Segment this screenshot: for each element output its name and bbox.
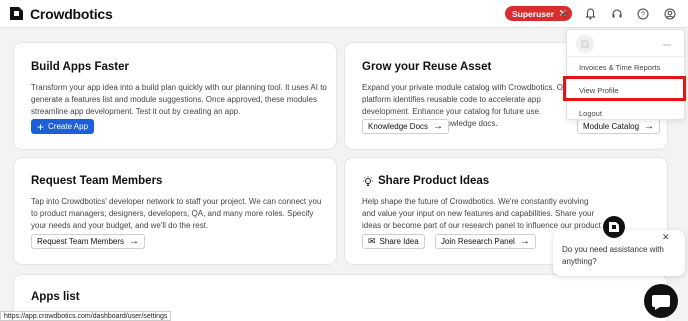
- plus-icon: +: [37, 119, 45, 134]
- create-app-button[interactable]: + Create App: [31, 119, 95, 134]
- crowdbotics-logo-icon: [609, 222, 619, 232]
- card-title: Grow your Reuse Asset: [362, 61, 492, 73]
- module-catalog-button[interactable]: Module Catalog →: [577, 119, 661, 134]
- knowledge-docs-button[interactable]: Knowledge Docs →: [362, 119, 450, 134]
- mail-icon: ✉: [368, 236, 376, 246]
- brand-name: Crowdbotics: [30, 5, 113, 22]
- build-apps-card: Build Apps Faster Transform your app ide…: [14, 43, 336, 149]
- avatar: [576, 35, 594, 53]
- card-title: Share Product Ideas: [378, 175, 490, 187]
- lightbulb-icon: [362, 175, 374, 187]
- crowdbotics-logo-icon: [8, 5, 25, 22]
- join-research-panel-button[interactable]: Join Research Panel →: [435, 234, 536, 249]
- top-navbar: Crowdbotics Superuser ✕ + ?: [0, 0, 688, 28]
- card-description: Tap into Crowdbotics' developer network …: [31, 197, 322, 230]
- request-team-members-button[interactable]: Request Team Members →: [31, 234, 145, 249]
- menu-item-invoices[interactable]: Invoices & Time Reports: [579, 63, 660, 72]
- divider: [567, 56, 684, 57]
- bell-icon[interactable]: [582, 6, 598, 22]
- arrow-right-icon: →: [519, 236, 530, 247]
- card-title: Apps list: [31, 291, 80, 303]
- create-app-label: Create App: [48, 122, 89, 131]
- arrow-right-icon: →: [129, 236, 139, 247]
- knowledge-docs-label: Knowledge Docs: [368, 122, 429, 131]
- link-status-bar: https://app.crowdbotics.com/dashboard/us…: [0, 311, 172, 321]
- divider: [567, 101, 684, 102]
- chat-launcher-button[interactable]: [644, 284, 678, 318]
- brand-logo[interactable]: Crowdbotics: [8, 5, 113, 22]
- chat-bubble-icon: [652, 295, 670, 310]
- user-profile-icon[interactable]: [662, 6, 678, 22]
- card-title: Request Team Members: [31, 175, 163, 187]
- request-team-label: Request Team Members: [37, 237, 124, 246]
- card-title: Build Apps Faster: [31, 61, 129, 73]
- chat-message: Do you need assistance with anything?: [562, 245, 664, 266]
- user-name-placeholder: [663, 44, 671, 46]
- join-research-label: Join Research Panel: [441, 237, 515, 246]
- highlight-box: [563, 76, 686, 101]
- request-team-card: Request Team Members Tap into Crowdbotic…: [14, 158, 336, 264]
- arrow-right-icon: →: [644, 121, 655, 132]
- card-description: Transform your app idea into a build pla…: [31, 83, 327, 116]
- chat-avatar: [603, 216, 625, 238]
- help-icon[interactable]: ?: [635, 6, 651, 22]
- share-idea-button[interactable]: ✉ Share Idea: [362, 234, 425, 249]
- module-catalog-label: Module Catalog: [583, 122, 640, 131]
- headset-icon[interactable]: [609, 6, 625, 22]
- share-idea-label: Share Idea: [379, 237, 419, 246]
- superuser-label: Superuser: [512, 8, 555, 19]
- plus-icon[interactable]: +: [556, 6, 572, 23]
- arrow-right-icon: →: [433, 121, 444, 132]
- close-icon[interactable]: ✕: [662, 232, 670, 243]
- user-dropdown-menu: Invoices & Time Reports View Profile Log…: [566, 29, 685, 120]
- svg-text:?: ?: [641, 12, 645, 19]
- menu-item-logout[interactable]: Logout: [579, 109, 602, 118]
